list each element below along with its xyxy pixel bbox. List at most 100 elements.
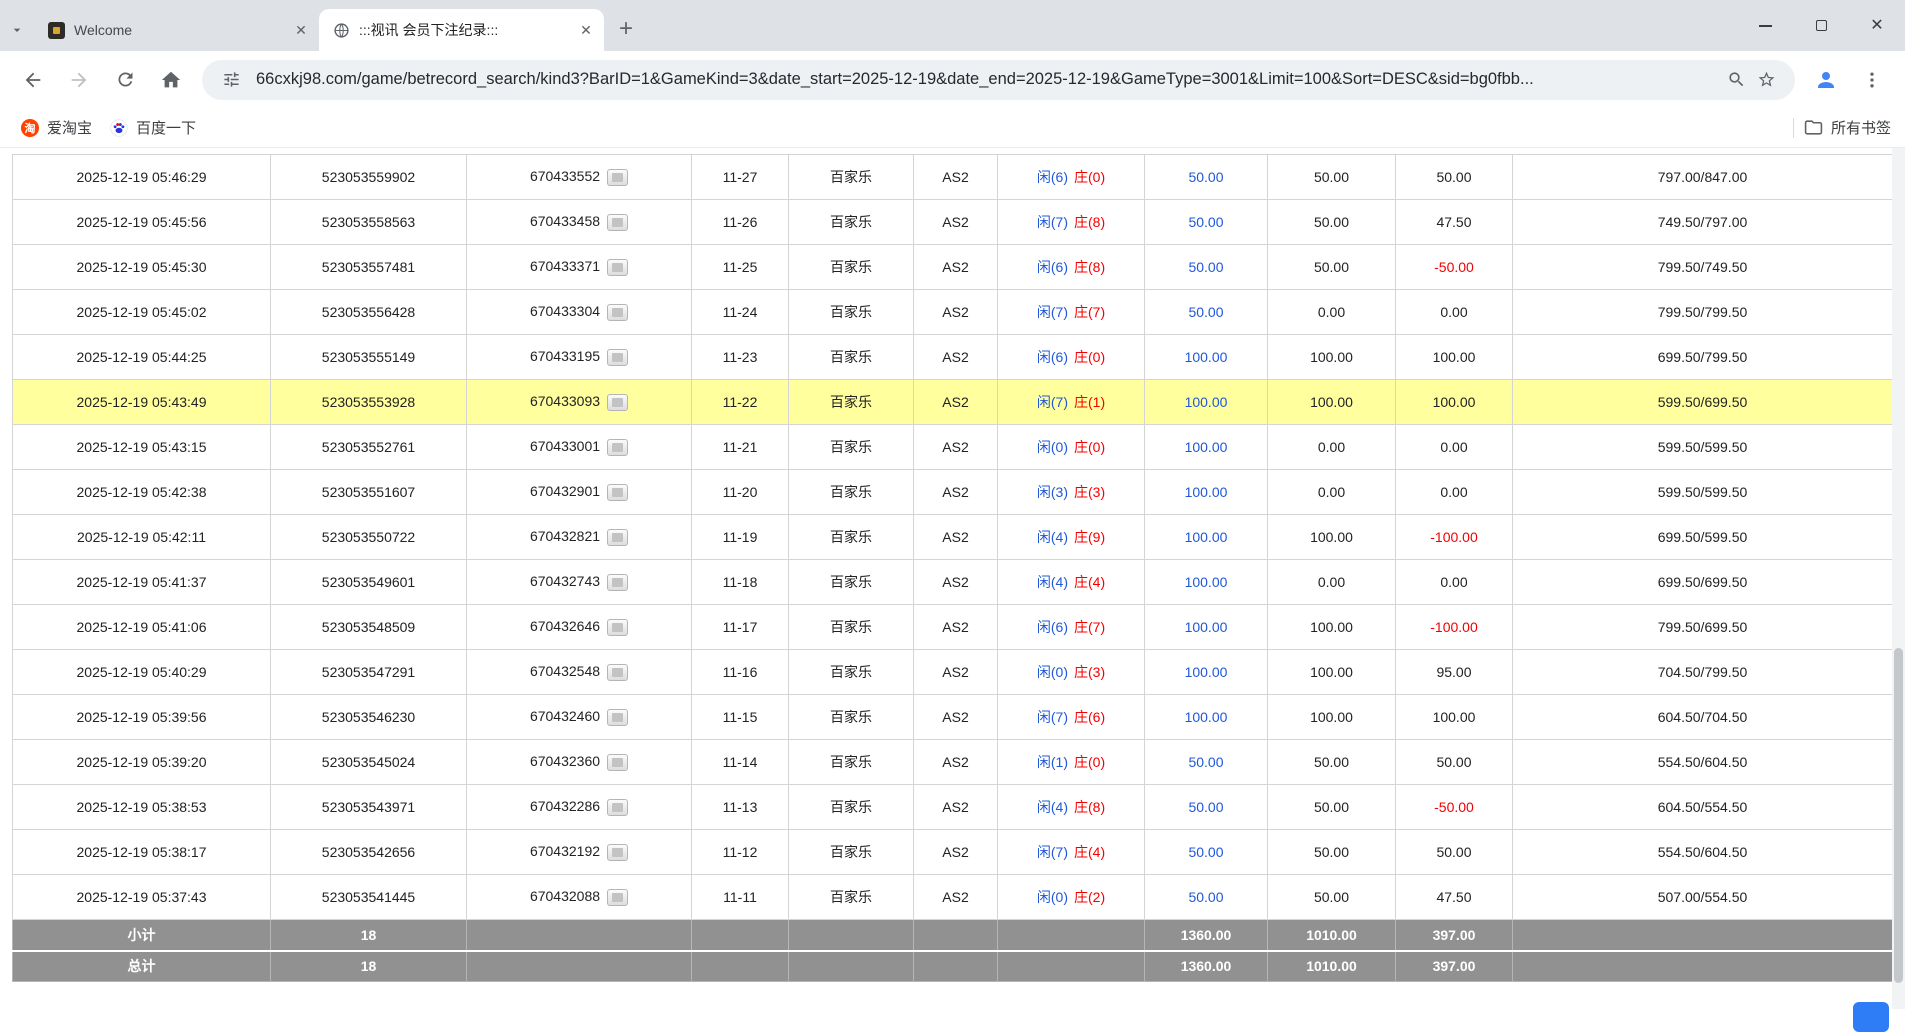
bet-amount-link[interactable]: 50.00 [1188, 169, 1223, 185]
video-replay-icon[interactable] [607, 439, 628, 456]
bet-time: 2025-12-19 05:42:38 [13, 470, 271, 515]
bet-amount-link[interactable]: 100.00 [1185, 529, 1228, 545]
floating-blue-button[interactable] [1853, 1002, 1889, 1032]
winloss-amount: 0.00 [1396, 560, 1513, 605]
bet-amount-link[interactable]: 100.00 [1185, 709, 1228, 725]
valid-amount: 50.00 [1268, 875, 1396, 920]
bet-amount-link[interactable]: 100.00 [1185, 349, 1228, 365]
player-result: 闲(0) [1037, 664, 1068, 680]
balance: 604.50/704.50 [1513, 695, 1893, 740]
balance: 699.50/699.50 [1513, 560, 1893, 605]
bet-time: 2025-12-19 05:42:11 [13, 515, 271, 560]
video-replay-icon[interactable] [607, 844, 628, 861]
balance: 799.50/749.50 [1513, 245, 1893, 290]
video-replay-icon[interactable] [607, 259, 628, 276]
video-replay-icon[interactable] [607, 889, 628, 906]
bet-amount-link[interactable]: 100.00 [1185, 664, 1228, 680]
round-number: 11-14 [692, 740, 789, 785]
home-icon[interactable] [151, 60, 191, 100]
game-id: 670432901 [530, 483, 600, 499]
table-name: AS2 [914, 875, 998, 920]
all-bookmarks-button[interactable]: 所有书签 [1804, 117, 1893, 138]
video-replay-icon[interactable] [607, 529, 628, 546]
round-number: 11-18 [692, 560, 789, 605]
menu-dots-icon[interactable] [1852, 60, 1892, 100]
table-name: AS2 [914, 695, 998, 740]
table-name: AS2 [914, 470, 998, 515]
video-replay-icon[interactable] [607, 619, 628, 636]
game-id-cell: 670432088 [467, 875, 692, 920]
bookmarks-bar: 淘 爱淘宝 百度一下 所有书签 [0, 108, 1905, 148]
bet-amount-link[interactable]: 50.00 [1188, 799, 1223, 815]
zoom-icon[interactable] [1721, 65, 1751, 95]
bookmark-star-icon[interactable] [1751, 65, 1781, 95]
winloss-amount: 0.00 [1396, 470, 1513, 515]
bookmark-taobao[interactable]: 淘 爱淘宝 [12, 113, 101, 142]
bet-amount-link[interactable]: 50.00 [1188, 889, 1223, 905]
bet-amount-link[interactable]: 100.00 [1185, 484, 1228, 500]
bet-id: 523053548509 [271, 605, 467, 650]
tab-close-icon[interactable]: ✕ [291, 20, 311, 40]
site-settings-tune-icon[interactable] [216, 65, 246, 95]
winloss-amount: 47.50 [1396, 200, 1513, 245]
result-cell: 闲(7)庄(4) [998, 830, 1145, 875]
round-number: 11-22 [692, 380, 789, 425]
url-text[interactable]: 66cxkj98.com/game/betrecord_search/kind3… [256, 70, 1711, 89]
video-replay-icon[interactable] [607, 574, 628, 591]
bet-amount-link[interactable]: 50.00 [1188, 304, 1223, 320]
maximize-button[interactable] [1793, 0, 1849, 51]
video-replay-icon[interactable] [607, 484, 628, 501]
bookmark-baidu[interactable]: 百度一下 [101, 113, 205, 142]
game-id: 670432646 [530, 618, 600, 634]
winloss-amount: 95.00 [1396, 650, 1513, 695]
video-replay-icon[interactable] [607, 709, 628, 726]
game-id-cell: 670433195 [467, 335, 692, 380]
bet-amount-link[interactable]: 100.00 [1185, 394, 1228, 410]
back-icon[interactable] [13, 60, 53, 100]
new-tab-button[interactable]: + [610, 13, 642, 45]
bet-amount-link[interactable]: 50.00 [1188, 754, 1223, 770]
table-row: 2025-12-19 05:38:53 523053543971 6704322… [13, 785, 1893, 830]
bet-amount-link[interactable]: 50.00 [1188, 214, 1223, 230]
bet-amount-link[interactable]: 50.00 [1188, 844, 1223, 860]
welcome-favicon-icon [47, 21, 65, 39]
video-replay-icon[interactable] [607, 754, 628, 771]
video-replay-icon[interactable] [607, 304, 628, 321]
scrollbar-thumb[interactable] [1894, 648, 1903, 983]
bet-amount-link[interactable]: 100.00 [1185, 574, 1228, 590]
round-number: 11-27 [692, 155, 789, 200]
video-replay-icon[interactable] [607, 214, 628, 231]
bet-amount-cell: 50.00 [1145, 740, 1268, 785]
video-replay-icon[interactable] [607, 799, 628, 816]
bet-amount-link[interactable]: 50.00 [1188, 259, 1223, 275]
result-cell: 闲(0)庄(2) [998, 875, 1145, 920]
bet-id: 523053552761 [271, 425, 467, 470]
bet-time: 2025-12-19 05:45:30 [13, 245, 271, 290]
bet-amount-cell: 50.00 [1145, 245, 1268, 290]
tab-welcome[interactable]: Welcome ✕ [34, 9, 319, 51]
game-id: 670432286 [530, 798, 600, 814]
taobao-icon: 淘 [21, 119, 39, 137]
result-cell: 闲(3)庄(3) [998, 470, 1145, 515]
refresh-icon[interactable] [105, 60, 145, 100]
valid-amount: 0.00 [1268, 470, 1396, 515]
bet-amount-link[interactable]: 100.00 [1185, 619, 1228, 635]
player-result: 闲(0) [1037, 439, 1068, 455]
forward-icon[interactable] [59, 60, 99, 100]
bet-amount-cell: 50.00 [1145, 155, 1268, 200]
tab-bet-records[interactable]: :::视讯 会员下注纪录::: ✕ [319, 9, 604, 51]
tab-close-icon[interactable]: ✕ [576, 20, 596, 40]
video-replay-icon[interactable] [607, 664, 628, 681]
tab-search-chevron-icon[interactable] [0, 9, 34, 51]
minimize-button[interactable] [1737, 0, 1793, 51]
video-replay-icon[interactable] [607, 169, 628, 186]
address-bar[interactable]: 66cxkj98.com/game/betrecord_search/kind3… [202, 60, 1795, 100]
vertical-scrollbar[interactable] [1892, 148, 1905, 1009]
result-cell: 闲(6)庄(0) [998, 335, 1145, 380]
close-button[interactable]: ✕ [1849, 0, 1905, 51]
bet-amount-link[interactable]: 100.00 [1185, 439, 1228, 455]
video-replay-icon[interactable] [607, 349, 628, 366]
subtotal-row: 小计 18 1360.00 1010.00 397.00 [13, 920, 1893, 951]
video-replay-icon[interactable] [607, 394, 628, 411]
profile-avatar-icon[interactable] [1806, 60, 1846, 100]
